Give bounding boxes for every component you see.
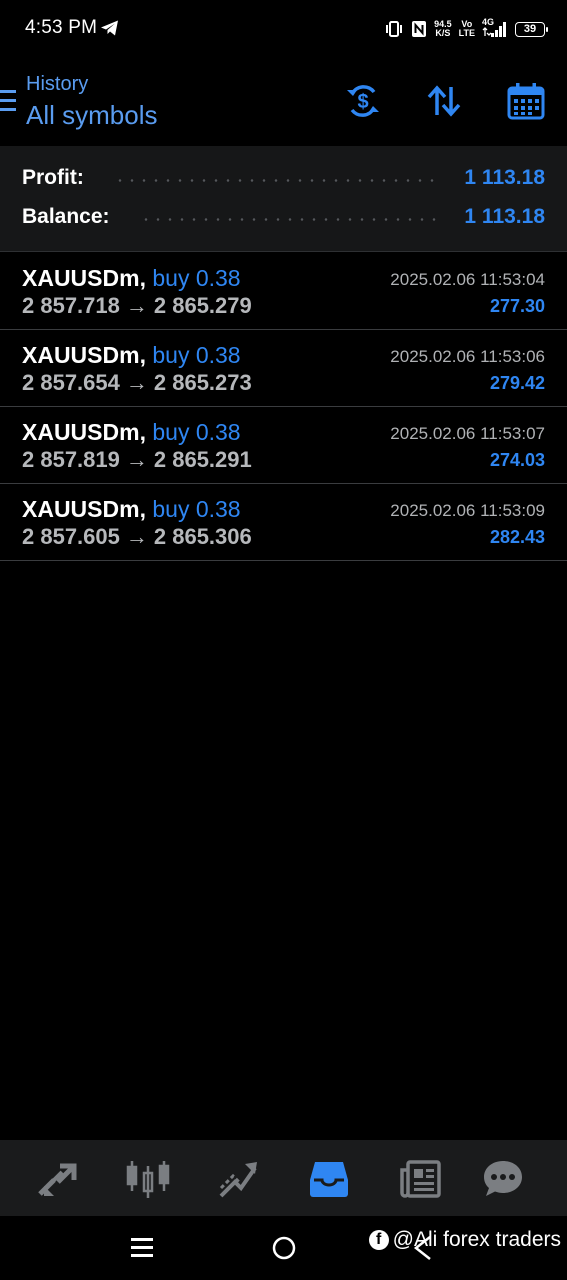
arrow-icon: → xyxy=(125,370,148,395)
nav-chat[interactable] xyxy=(481,1157,525,1201)
deal-time: 2025.02.06 11:53:04 xyxy=(390,270,545,289)
candlestick-chart-icon xyxy=(126,1161,170,1198)
nav-chart[interactable] xyxy=(126,1157,170,1201)
signal-indicator: 4G xyxy=(482,17,508,39)
profit-value: 1 113.18 xyxy=(464,166,545,189)
chat-icon xyxy=(484,1161,522,1196)
profit-row: Profit: 1 113.18 xyxy=(22,163,545,193)
dotted-leader xyxy=(139,217,443,221)
telegram-icon xyxy=(101,20,118,36)
sort-icon xyxy=(427,85,461,117)
calendar-icon xyxy=(507,83,545,120)
deal-open-price: 2 857.654 xyxy=(22,370,120,395)
deal-type: buy 0.38 xyxy=(152,265,241,291)
dotted-leader xyxy=(113,178,443,182)
balance-label: Balance: xyxy=(22,205,110,228)
deal-row[interactable]: XAUUSDm, buy 0.38 2 857.718 → 2 865.279 20… xyxy=(0,253,567,330)
battery-indicator: 39 xyxy=(515,21,548,37)
app-header: History All symbols $ xyxy=(0,60,567,144)
deal-profit: 279.42 xyxy=(489,373,545,393)
deal-symbol: XAUUSDm, xyxy=(22,496,146,522)
calendar-button[interactable] xyxy=(505,80,547,122)
account-summary: Profit: 1 113.18 Balance: 1 113.18 xyxy=(0,146,567,252)
deal-row[interactable]: XAUUSDm, buy 0.38 2 857.605 → 2 865.306 20… xyxy=(0,484,567,561)
deal-profit: 277.30 xyxy=(489,296,545,316)
profit-label: Profit: xyxy=(22,166,84,189)
balance-row: Balance: 1 113.18 xyxy=(22,202,545,232)
volte-bottom: LTE xyxy=(458,28,475,38)
deal-time: 2025.02.06 11:53:07 xyxy=(390,424,545,443)
watermark-text: @Ali forex traders xyxy=(392,1228,561,1251)
deal-symbol: XAUUSDm, xyxy=(22,342,146,368)
page-title[interactable]: All symbols xyxy=(26,100,157,131)
deal-row[interactable]: XAUUSDm, buy 0.38 2 857.819 → 2 865.291 20… xyxy=(0,407,567,484)
menu-icon[interactable] xyxy=(0,88,18,114)
recent-apps-icon[interactable] xyxy=(130,1234,154,1260)
deal-type: buy 0.38 xyxy=(152,342,241,368)
deal-profit: 274.03 xyxy=(489,450,545,470)
net-speed-unit: K/S xyxy=(435,28,451,38)
signal-icon xyxy=(482,22,506,37)
nfc-icon xyxy=(412,21,427,37)
deal-close-price: 2 865.279 xyxy=(153,293,252,318)
bottom-navigation xyxy=(0,1140,567,1216)
network-speed: 94.5 K/S xyxy=(434,20,452,38)
deal-close-price: 2 865.291 xyxy=(153,447,252,472)
header-subtitle[interactable]: History xyxy=(26,73,88,96)
currency-exchange-icon: $ xyxy=(347,85,379,117)
trade-icon xyxy=(219,1162,257,1198)
nav-news[interactable] xyxy=(398,1157,442,1201)
deal-profit: 282.43 xyxy=(489,527,545,547)
deal-time: 2025.02.06 11:53:06 xyxy=(390,347,545,366)
currency-exchange-button[interactable]: $ xyxy=(342,80,384,122)
volte-indicator: Vo LTE xyxy=(459,20,475,38)
arrow-icon: → xyxy=(125,524,148,549)
arrow-icon: → xyxy=(125,293,148,318)
status-time: 4:53 PM xyxy=(25,17,98,38)
nav-trade[interactable] xyxy=(216,1157,260,1201)
deal-open-price: 2 857.819 xyxy=(22,447,120,472)
deal-type: buy 0.38 xyxy=(152,419,241,445)
deals-list: XAUUSDm, buy 0.38 2 857.718 → 2 865.279 20… xyxy=(0,253,567,561)
quotes-icon xyxy=(38,1163,77,1196)
news-icon xyxy=(400,1160,441,1198)
status-icons: 94.5 K/S Vo LTE 4G 39 xyxy=(384,16,548,42)
deal-symbol: XAUUSDm, xyxy=(22,265,146,291)
svg-text:$: $ xyxy=(357,91,368,113)
deal-time: 2025.02.06 11:53:09 xyxy=(390,501,545,520)
arrow-icon: → xyxy=(125,447,148,472)
battery-level: 39 xyxy=(523,23,537,35)
history-icon xyxy=(310,1162,348,1197)
status-bar: 4:53 PM 94.5 K/S Vo LTE 4G 39 xyxy=(0,0,567,58)
deal-open-price: 2 857.718 xyxy=(22,293,120,318)
deal-open-price: 2 857.605 xyxy=(22,524,120,549)
sort-button[interactable] xyxy=(423,80,465,122)
nav-history[interactable] xyxy=(307,1157,351,1201)
deal-close-price: 2 865.306 xyxy=(153,524,252,549)
deal-symbol: XAUUSDm, xyxy=(22,419,146,445)
vibrate-icon xyxy=(386,21,403,37)
facebook-icon: f xyxy=(368,1230,389,1250)
watermark: f @Ali forex traders xyxy=(368,1228,561,1252)
deal-row[interactable]: XAUUSDm, buy 0.38 2 857.654 → 2 865.273 20… xyxy=(0,330,567,407)
home-icon[interactable] xyxy=(271,1234,297,1260)
deal-type: buy 0.38 xyxy=(152,496,241,522)
nav-quotes[interactable] xyxy=(35,1157,79,1201)
deal-close-price: 2 865.273 xyxy=(153,370,252,395)
balance-value: 1 113.18 xyxy=(464,205,545,228)
